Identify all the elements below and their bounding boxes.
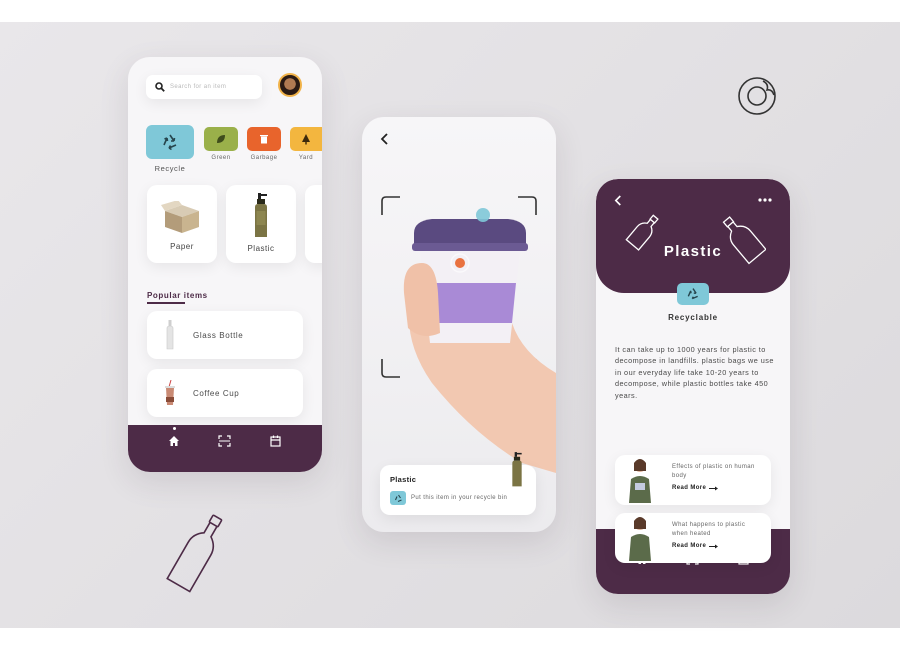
article-title: Effects of plastic on human body — [672, 464, 755, 479]
category-yard[interactable] — [290, 127, 322, 151]
read-more-link[interactable]: Read More — [672, 543, 719, 549]
home-screen-phone: Search for an item Recycle Green Garbage… — [128, 57, 322, 472]
category-green[interactable] — [204, 127, 238, 151]
recycle-icon — [163, 134, 177, 151]
material-card-partial[interactable] — [305, 185, 322, 263]
recyclable-label: Recyclable — [668, 313, 718, 322]
back-arrow-icon[interactable] — [380, 133, 390, 145]
detail-header: Plastic — [596, 179, 790, 293]
recyclable-badge — [677, 283, 709, 305]
home-icon[interactable] — [168, 435, 180, 447]
popular-item-coffee-cup[interactable]: Coffee Cup — [147, 369, 303, 417]
arrow-right-icon — [709, 486, 719, 490]
article-card[interactable]: What happens to plastic when heated Read… — [615, 513, 771, 563]
popular-item-glass-bottle[interactable]: Glass Bottle — [147, 311, 303, 359]
scan-result-card[interactable]: Plastic Put this item in your recycle bi… — [380, 452, 536, 515]
read-more-label: Read More — [672, 485, 707, 491]
active-indicator-dot — [173, 427, 176, 430]
bottle-icon — [255, 193, 267, 237]
search-icon — [155, 82, 165, 92]
article-card[interactable]: Effects of plastic on human body Read Mo… — [615, 455, 771, 505]
category-garbage[interactable] — [247, 127, 281, 151]
material-label-paper: Paper — [170, 242, 194, 251]
back-arrow-icon[interactable] — [614, 195, 623, 206]
material-card-paper[interactable]: Paper — [147, 185, 217, 263]
box-icon — [161, 201, 199, 233]
popular-heading: Popular items — [147, 291, 208, 300]
scanned-coffee-cup-image — [403, 208, 556, 473]
detail-description: It can take up to 1000 years for plastic… — [615, 345, 774, 400]
read-more-link[interactable]: Read More — [672, 485, 719, 491]
glass-bottle-icon — [166, 320, 174, 350]
presentation-background: Search for an item Recycle Green Garbage… — [0, 22, 900, 628]
more-options-icon[interactable] — [758, 198, 772, 202]
recycle-icon — [687, 288, 698, 300]
avatar[interactable] — [278, 73, 302, 97]
scan-result-text: Put this item in your recycle bin — [411, 495, 508, 501]
detail-screen-phone: Plastic Recyclable It can take up to 100… — [596, 179, 790, 594]
donut-icon — [738, 77, 776, 115]
arrow-right-icon — [709, 544, 719, 548]
coffee-cup-icon — [165, 380, 175, 405]
trash-icon — [260, 135, 268, 144]
popular-item-label: Coffee Cup — [193, 389, 240, 398]
bottle-outline-icon — [166, 514, 223, 593]
recycle-icon — [394, 494, 402, 502]
plastic-bottle-icon — [512, 452, 522, 487]
detail-title: Plastic — [663, 243, 723, 260]
category-green-label: Green — [211, 155, 231, 161]
category-garbage-label: Garbage — [250, 155, 278, 161]
leaf-icon — [217, 135, 225, 143]
material-label-plastic: Plastic — [247, 244, 275, 253]
category-recycle[interactable] — [146, 125, 194, 159]
calendar-icon[interactable] — [270, 435, 281, 447]
popular-item-label: Glass Bottle — [193, 331, 244, 340]
article-title: What happens to plastic when heated — [672, 522, 746, 537]
recycle-badge — [390, 491, 406, 505]
tree-icon — [302, 134, 310, 145]
scan-result-title: Plastic — [390, 475, 417, 484]
category-recycle-label: Recycle — [154, 164, 186, 173]
read-more-label: Read More — [672, 543, 707, 549]
category-yard-label: Yard — [298, 155, 314, 161]
woman-photo — [629, 459, 651, 503]
material-card-plastic[interactable]: Plastic — [226, 185, 296, 263]
woman-photo — [629, 517, 651, 561]
search-input[interactable]: Search for an item — [170, 84, 226, 90]
scan-screen-phone: Plastic Put this item in your recycle bi… — [362, 117, 556, 532]
search-bar[interactable]: Search for an item — [146, 75, 262, 99]
scan-icon[interactable] — [218, 435, 231, 447]
popular-underline — [147, 302, 185, 304]
bottom-nav — [128, 425, 322, 472]
